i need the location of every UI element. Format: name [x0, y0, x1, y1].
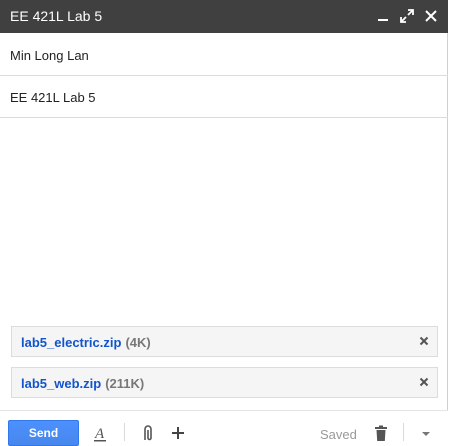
trash-icon[interactable]	[372, 424, 390, 442]
compose-title: EE 421L Lab 5	[10, 8, 103, 24]
minimize-icon[interactable]	[374, 7, 392, 25]
remove-attachment-icon[interactable]	[416, 374, 432, 390]
draft-saved-status: Saved	[320, 427, 357, 442]
compose-toolbar: Send A Saved	[0, 410, 448, 446]
attachment-size: (211K)	[105, 376, 145, 391]
attach-icon[interactable]	[139, 424, 157, 442]
subject-value: EE 421L Lab 5	[10, 90, 96, 105]
svg-text:A: A	[94, 426, 105, 442]
insert-more-icon[interactable]	[169, 424, 187, 442]
close-icon[interactable]	[422, 7, 440, 25]
expand-icon[interactable]	[398, 7, 416, 25]
attachment-name[interactable]: lab5_web.zip	[21, 376, 101, 391]
more-options-icon[interactable]	[417, 424, 435, 442]
recipient-chip[interactable]: Min Long Lan	[10, 48, 89, 63]
attachment-size: (4K)	[125, 335, 151, 350]
compose-window: EE 421L Lab 5 Min Long Lan EE 421L Lab 5…	[0, 0, 448, 446]
toolbar-divider	[124, 423, 125, 441]
attachment-item[interactable]: lab5_web.zip (211K)	[11, 367, 438, 398]
to-field[interactable]: Min Long Lan	[0, 34, 448, 76]
subject-field[interactable]: EE 421L Lab 5	[0, 76, 448, 118]
compose-titlebar[interactable]: EE 421L Lab 5	[0, 0, 448, 33]
attachment-name[interactable]: lab5_electric.zip	[21, 335, 121, 350]
attachment-link[interactable]: lab5_web.zip (211K)	[21, 376, 144, 391]
toolbar-divider	[403, 423, 404, 441]
remove-attachment-icon[interactable]	[416, 333, 432, 349]
formatting-icon[interactable]: A	[91, 424, 109, 442]
attachment-item[interactable]: lab5_electric.zip (4K)	[11, 326, 438, 357]
attachment-link[interactable]: lab5_electric.zip (4K)	[21, 335, 151, 350]
message-body[interactable]	[0, 118, 448, 318]
send-button[interactable]: Send	[8, 420, 79, 446]
